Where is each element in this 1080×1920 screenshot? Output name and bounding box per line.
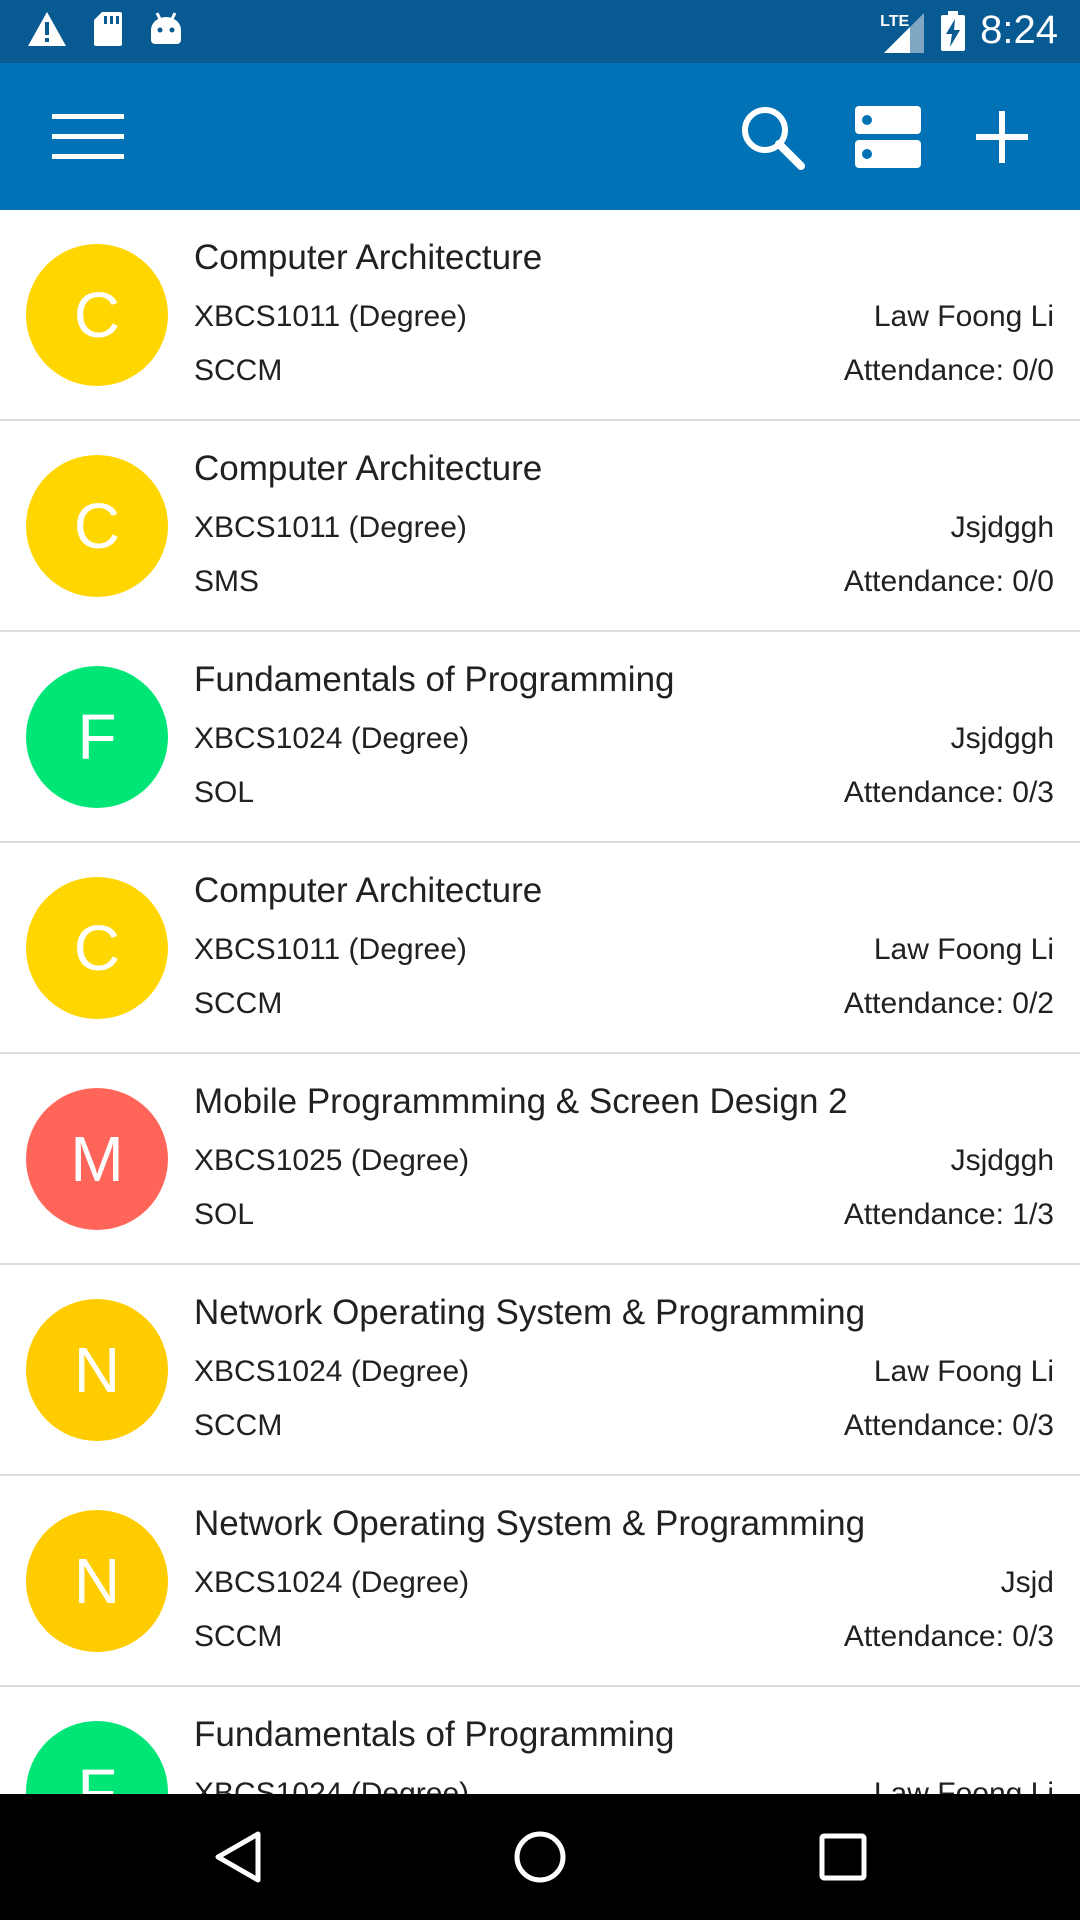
attendance-count: Attendance: 0/3 — [843, 776, 1054, 809]
add-button[interactable] — [964, 99, 1040, 175]
lecturer-name: Jsjdggh — [950, 722, 1054, 755]
attendance-count: Attendance: 1/3 — [843, 1198, 1054, 1231]
avatar: C — [26, 877, 168, 1019]
class-title: Mobile Programmming & Screen Design 2 — [194, 1082, 848, 1121]
class-title: Fundamentals of Programming — [194, 660, 675, 699]
avatar: F — [26, 666, 168, 808]
menu-button[interactable] — [50, 99, 126, 175]
attendance-count: Attendance: 0/2 — [843, 987, 1054, 1020]
sd-card-icon — [94, 12, 122, 46]
app-bar — [0, 63, 1080, 210]
class-title: Network Operating System & Programming — [194, 1293, 866, 1332]
list-item[interactable]: C Computer Architecture XBCS1011 (Degree… — [0, 210, 1080, 421]
warning-icon — [28, 12, 66, 46]
class-department: SCCM — [194, 354, 283, 387]
home-icon — [514, 1831, 566, 1883]
lecturer-name: Jsjdggh — [950, 511, 1054, 544]
search-button[interactable] — [734, 99, 810, 175]
recents-button[interactable] — [808, 1822, 878, 1892]
class-department: SMS — [194, 565, 260, 598]
attendance-count: Attendance: 0/0 — [843, 354, 1054, 387]
list-item[interactable]: N Network Operating System & Programming… — [0, 1265, 1080, 1476]
list-item[interactable]: F Fundamentals of Programming XBCS1024 (… — [0, 1687, 1080, 1794]
avatar: C — [26, 455, 168, 597]
class-department: SOL — [194, 1198, 255, 1231]
add-icon — [976, 111, 1028, 163]
class-code: XBCS1011 (Degree) — [194, 300, 467, 333]
class-code: XBCS1024 (Degree) — [194, 1566, 470, 1599]
avatar: M — [26, 1088, 168, 1230]
class-department: SOL — [194, 776, 255, 809]
back-button[interactable] — [202, 1822, 272, 1892]
list-item[interactable]: N Network Operating System & Programming… — [0, 1476, 1080, 1687]
lecturer-name: Law Foong Li — [873, 300, 1054, 333]
class-title: Fundamentals of Programming — [194, 1715, 675, 1754]
avatar: N — [26, 1299, 168, 1441]
class-code: XBCS1024 (Degree) — [194, 1777, 470, 1794]
class-code: XBCS1024 (Degree) — [194, 1355, 470, 1388]
notification-icons — [26, 10, 184, 48]
class-department: SCCM — [194, 1620, 283, 1653]
list-item[interactable]: M Mobile Programmming & Screen Design 2 … — [0, 1054, 1080, 1265]
search-icon — [742, 107, 805, 170]
view-toggle-button[interactable] — [850, 99, 926, 175]
view-toggle-icon — [855, 106, 921, 168]
lecturer-name: Jsjd — [1000, 1566, 1054, 1599]
recents-icon — [819, 1833, 867, 1881]
battery-charging-icon — [941, 10, 966, 51]
system-status: LTE 8:24 — [880, 8, 1058, 53]
class-title: Computer Architecture — [194, 871, 543, 910]
avatar: N — [26, 1510, 168, 1652]
status-bar: LTE 8:24 — [0, 0, 1080, 63]
attendance-count: Attendance: 0/3 — [843, 1620, 1054, 1653]
home-button[interactable] — [505, 1822, 575, 1892]
list-item[interactable]: C Computer Architecture XBCS1011 (Degree… — [0, 421, 1080, 632]
class-code: XBCS1011 (Degree) — [194, 511, 467, 544]
menu-icon — [52, 114, 124, 159]
list-item[interactable]: C Computer Architecture XBCS1011 (Degree… — [0, 843, 1080, 1054]
avatar: F — [26, 1721, 168, 1794]
back-icon — [215, 1831, 261, 1883]
class-title: Network Operating System & Programming — [194, 1504, 866, 1543]
lecturer-name: Law Foong Li — [873, 1355, 1054, 1388]
lecturer-name: Law Foong Li — [873, 933, 1054, 966]
class-title: Computer Architecture — [194, 449, 543, 488]
clock: 8:24 — [980, 8, 1058, 52]
class-department: SCCM — [194, 987, 283, 1020]
class-code: XBCS1011 (Degree) — [194, 933, 467, 966]
list-item[interactable]: F Fundamentals of Programming XBCS1024 (… — [0, 632, 1080, 843]
lecturer-name: Law Foong Li — [873, 1777, 1054, 1794]
class-department: SCCM — [194, 1409, 283, 1442]
attendance-count: Attendance: 0/3 — [843, 1409, 1054, 1442]
signal-icon: LTE — [880, 9, 926, 53]
avatar: C — [26, 244, 168, 386]
navigation-bar — [0, 1794, 1080, 1920]
class-list: C Computer Architecture XBCS1011 (Degree… — [0, 210, 1080, 1794]
class-code: XBCS1025 (Degree) — [194, 1144, 470, 1177]
android-icon — [151, 12, 181, 44]
class-title: Computer Architecture — [194, 238, 543, 277]
attendance-count: Attendance: 0/0 — [843, 565, 1054, 598]
lecturer-name: Jsjdggh — [950, 1144, 1054, 1177]
class-code: XBCS1024 (Degree) — [194, 722, 470, 755]
